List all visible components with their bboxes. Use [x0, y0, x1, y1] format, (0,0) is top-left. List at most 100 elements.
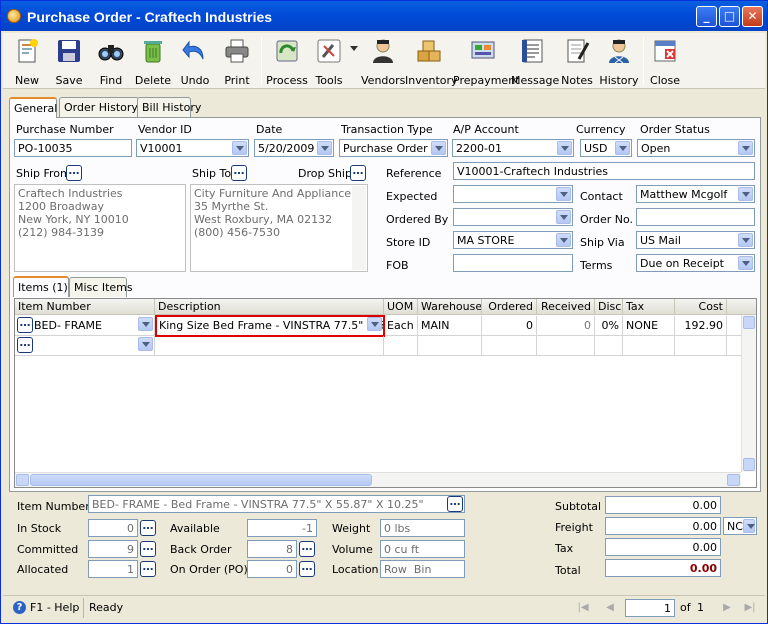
scroll-down-icon[interactable] — [743, 458, 755, 471]
ship-to-ellipsis-button[interactable]: … — [231, 165, 247, 181]
cell-new-warehouse[interactable] — [418, 336, 482, 356]
grid-vertical-scrollbar[interactable] — [741, 315, 756, 472]
freight-code-dropdown[interactable]: NC — [723, 517, 757, 535]
col-warehouse[interactable]: Warehouse — [418, 299, 482, 315]
find-button[interactable]: Find — [89, 33, 133, 89]
in-stock-ellipsis-button[interactable]: … — [140, 520, 156, 536]
ship-to-address[interactable]: City Furniture And Appliance 35 Myrthe S… — [190, 184, 368, 272]
item-number-ellipsis-button[interactable]: … — [447, 496, 463, 512]
col-received[interactable]: Received — [537, 299, 595, 315]
next-page-icon[interactable]: ▶ — [720, 602, 734, 614]
cell-tax[interactable]: NONE — [623, 316, 675, 336]
undo-button[interactable]: Undo — [173, 33, 217, 89]
ship-via-dropdown[interactable]: US Mail — [636, 231, 755, 249]
save-button[interactable]: Save — [47, 33, 91, 89]
on-order-field[interactable]: 0 — [247, 560, 297, 578]
message-button[interactable]: Message — [511, 33, 559, 89]
vendors-button[interactable]: Vendors — [361, 33, 405, 89]
cell-received[interactable]: 0 — [537, 316, 595, 336]
order-no-field[interactable] — [636, 208, 755, 226]
cell-item-number[interactable]: … BED- FRAME — [15, 316, 155, 336]
back-order-field[interactable]: 8 — [247, 540, 297, 558]
scroll-right-icon[interactable] — [727, 474, 740, 486]
in-stock-field[interactable]: 0 — [88, 519, 138, 537]
allocated-ellipsis-button[interactable]: … — [140, 561, 156, 577]
purchase-number-field[interactable]: PO-10035 — [14, 139, 132, 157]
freight-field[interactable]: 0.00 — [605, 517, 721, 535]
total-field[interactable]: 0.00 — [605, 559, 721, 577]
history-button[interactable]: History — [597, 33, 641, 89]
transaction-type-dropdown[interactable]: Purchase Order — [339, 139, 448, 157]
chevron-down-icon[interactable] — [138, 317, 153, 331]
page-number-input[interactable]: 1 — [625, 599, 675, 617]
volume-field[interactable]: 0 cu ft — [380, 540, 465, 558]
terms-dropdown[interactable]: Due on Receipt — [636, 254, 755, 272]
ap-account-dropdown[interactable]: 2200-01 — [452, 139, 574, 157]
notes-button[interactable]: Notes — [555, 33, 599, 89]
chevron-down-icon[interactable] — [431, 141, 446, 155]
scroll-thumb[interactable] — [30, 474, 372, 486]
col-tax[interactable]: Tax — [623, 299, 675, 315]
cell-ordered[interactable]: 0 — [482, 316, 537, 336]
chevron-down-icon[interactable] — [556, 233, 571, 247]
new-button[interactable]: New — [5, 33, 49, 89]
cell-new-received[interactable] — [537, 336, 595, 356]
help-text[interactable]: F1 - Help — [30, 601, 79, 614]
scroll-left-icon[interactable] — [16, 474, 29, 486]
expected-dropdown[interactable] — [453, 185, 573, 203]
address-scrollbar[interactable] — [352, 186, 366, 270]
back-order-ellipsis-button[interactable]: … — [299, 541, 315, 557]
previous-page-icon[interactable]: ◀ — [603, 602, 617, 614]
tools-button[interactable]: Tools — [307, 33, 363, 89]
col-cost[interactable]: Cost — [675, 299, 727, 315]
item-lookup-ellipsis-button[interactable]: … — [17, 317, 33, 333]
first-page-icon[interactable]: |◀ — [576, 602, 590, 614]
reference-field[interactable]: V10001-Craftech Industries — [453, 162, 755, 180]
contact-dropdown[interactable]: Matthew Mcgolf — [636, 185, 755, 203]
tax-field[interactable]: 0.00 — [605, 538, 721, 556]
prepayment-button[interactable]: Prepayment — [453, 33, 520, 89]
cell-disc[interactable]: 0% — [595, 316, 623, 336]
tab-order-history[interactable]: Order History — [59, 97, 139, 117]
col-uom[interactable]: UOM — [384, 299, 418, 315]
cell-warehouse[interactable]: MAIN — [418, 316, 482, 336]
cell-uom[interactable]: Each — [384, 316, 418, 336]
cell-cost[interactable]: 192.90 — [675, 316, 727, 336]
cell-new-ordered[interactable] — [482, 336, 537, 356]
minimize-button[interactable]: _ — [696, 6, 717, 27]
currency-dropdown[interactable]: USD — [580, 139, 632, 157]
chevron-down-icon[interactable] — [615, 141, 630, 155]
tools-dropdown-arrow-icon[interactable] — [350, 46, 358, 51]
item-number-summary-field[interactable]: BED- FRAME - Bed Frame - VINSTRA 77.5" X… — [88, 495, 465, 513]
calendar-dropdown-icon[interactable] — [317, 141, 332, 155]
subtotal-field[interactable]: 0.00 — [605, 496, 721, 514]
last-page-icon[interactable]: ▶| — [743, 602, 757, 614]
cell-new-item-number[interactable]: … — [15, 336, 155, 356]
chevron-down-icon[interactable] — [743, 519, 755, 533]
calendar-dropdown-icon[interactable] — [556, 187, 571, 201]
ship-from-address[interactable]: Craftech Industries 1200 Broadway New Yo… — [14, 184, 186, 272]
tab-general[interactable]: General — [9, 97, 57, 118]
grid-horizontal-scrollbar[interactable] — [15, 472, 741, 487]
help-icon[interactable]: ? — [13, 601, 26, 614]
cell-new-uom[interactable] — [384, 336, 418, 356]
close-button[interactable]: Close — [645, 33, 685, 89]
weight-field[interactable]: 0 lbs — [380, 519, 465, 537]
chevron-down-icon[interactable] — [556, 210, 571, 224]
allocated-field[interactable]: 1 — [88, 560, 138, 578]
inventory-button[interactable]: Inventory — [405, 33, 458, 89]
chevron-down-icon[interactable] — [557, 141, 572, 155]
fob-field[interactable] — [453, 254, 573, 272]
item-lookup-ellipsis-button[interactable]: … — [17, 337, 33, 353]
delete-button[interactable]: Delete — [131, 33, 175, 89]
order-status-dropdown[interactable]: Open — [637, 139, 755, 157]
chevron-down-icon[interactable] — [138, 337, 153, 351]
chevron-down-icon[interactable] — [738, 233, 753, 247]
drop-ship-ellipsis-button[interactable]: … — [350, 165, 366, 181]
tab-bill-history[interactable]: Bill History — [137, 97, 201, 117]
store-id-dropdown[interactable]: MA STORE — [453, 231, 573, 249]
maximize-button[interactable]: □ — [719, 6, 740, 27]
tab-misc-items[interactable]: Misc Items — [69, 277, 133, 297]
scroll-up-icon[interactable] — [743, 316, 755, 329]
vendor-id-dropdown[interactable]: V10001 — [136, 139, 249, 157]
